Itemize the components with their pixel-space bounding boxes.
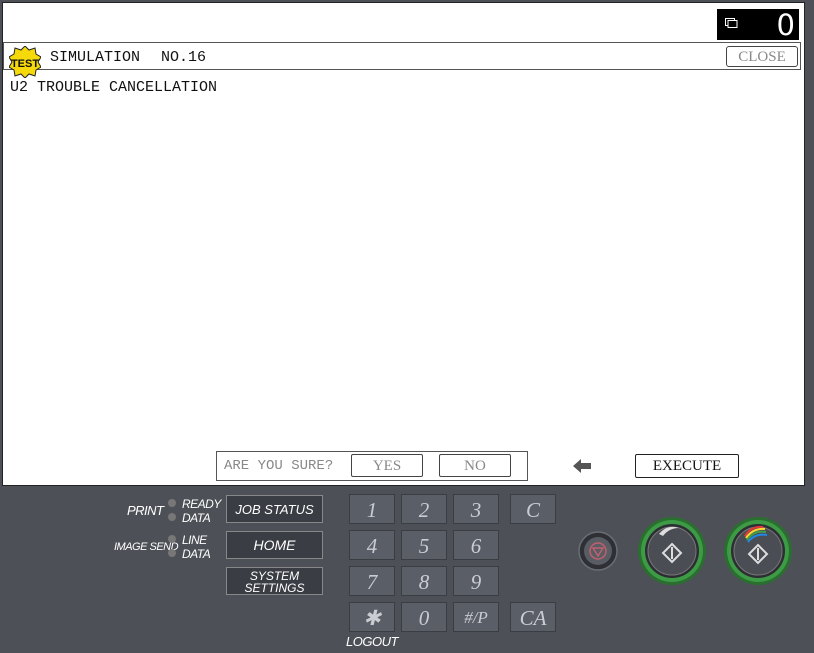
- yes-button[interactable]: YES: [351, 454, 423, 477]
- counter-value: 0: [776, 8, 795, 42]
- simulation-title: SIMULATION: [50, 49, 141, 66]
- key-4[interactable]: 4: [349, 530, 395, 560]
- simulation-number: NO.16: [161, 49, 207, 66]
- home-button[interactable]: HOME: [226, 531, 323, 559]
- key-9[interactable]: 9: [453, 566, 499, 596]
- key-clear-all[interactable]: CA: [510, 602, 556, 632]
- key-logout-asterisk[interactable]: ✱: [349, 602, 395, 632]
- send-line-led: [168, 535, 176, 543]
- send-line-label: LINE: [182, 533, 207, 547]
- close-button[interactable]: CLOSE: [726, 46, 798, 67]
- logout-label: LOGOUT: [346, 634, 398, 649]
- job-status-button[interactable]: JOB STATUS: [226, 495, 323, 523]
- print-label: PRINT: [127, 503, 164, 518]
- print-data-led: [168, 513, 176, 521]
- svg-text:TEST: TEST: [11, 58, 39, 70]
- send-data-led: [168, 549, 176, 557]
- stop-button[interactable]: [578, 531, 618, 571]
- bw-start-button[interactable]: [637, 516, 707, 586]
- key-3[interactable]: 3: [453, 494, 499, 524]
- execute-button[interactable]: EXECUTE: [635, 454, 739, 478]
- print-ready-label: READY: [182, 497, 221, 511]
- print-data-label: DATA: [182, 511, 211, 525]
- no-button[interactable]: NO: [439, 454, 511, 477]
- job-status-label: JOB STATUS: [235, 502, 314, 517]
- key-0[interactable]: 0: [401, 602, 447, 632]
- system-settings-label-2: SETTINGS: [244, 581, 305, 595]
- test-badge-icon: TEST: [9, 46, 41, 78]
- print-ready-led: [168, 499, 176, 507]
- confirm-question: ARE YOU SURE?: [224, 458, 334, 474]
- key-clear[interactable]: C: [510, 494, 556, 524]
- home-label: HOME: [253, 537, 296, 553]
- key-7[interactable]: 7: [349, 566, 395, 596]
- simulation-subtitle: U2 TROUBLE CANCELLATION: [10, 79, 218, 96]
- send-data-label: DATA: [182, 547, 211, 561]
- copy-counter: 0: [717, 8, 799, 42]
- key-8[interactable]: 8: [401, 566, 447, 596]
- system-settings-button[interactable]: SYSTEM SETTINGS: [226, 567, 323, 595]
- arrow-left-icon: [573, 459, 591, 473]
- key-6[interactable]: 6: [453, 530, 499, 560]
- copy-icon: [725, 18, 738, 28]
- key-5[interactable]: 5: [401, 530, 447, 560]
- color-start-button[interactable]: [723, 516, 793, 586]
- key-1[interactable]: 1: [349, 494, 395, 524]
- key-2[interactable]: 2: [401, 494, 447, 524]
- touch-screen: [2, 2, 805, 486]
- key-hash-p[interactable]: #/P: [453, 602, 499, 632]
